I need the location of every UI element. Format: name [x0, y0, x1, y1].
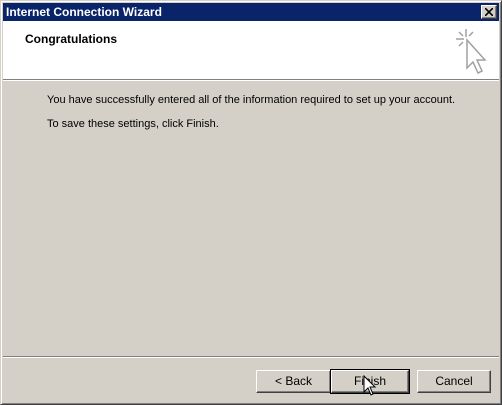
instruction-message: To save these settings, click Finish. [47, 118, 219, 130]
window-title: Internet Connection Wizard [6, 5, 162, 19]
cancel-button[interactable]: Cancel [417, 370, 491, 393]
back-button[interactable]: < Back [256, 370, 331, 393]
mouse-pointer-icon [363, 375, 377, 396]
close-icon [485, 8, 493, 16]
success-message: You have successfully entered all of the… [47, 94, 456, 106]
wizard-star-cursor-icon [456, 29, 487, 75]
page-title: Congratulations [25, 32, 117, 46]
close-button[interactable] [481, 5, 497, 19]
wizard-header: Congratulations [3, 21, 499, 79]
wizard-window: Internet Connection Wizard Congratulatio… [0, 0, 502, 405]
title-bar[interactable]: Internet Connection Wizard [3, 3, 499, 21]
